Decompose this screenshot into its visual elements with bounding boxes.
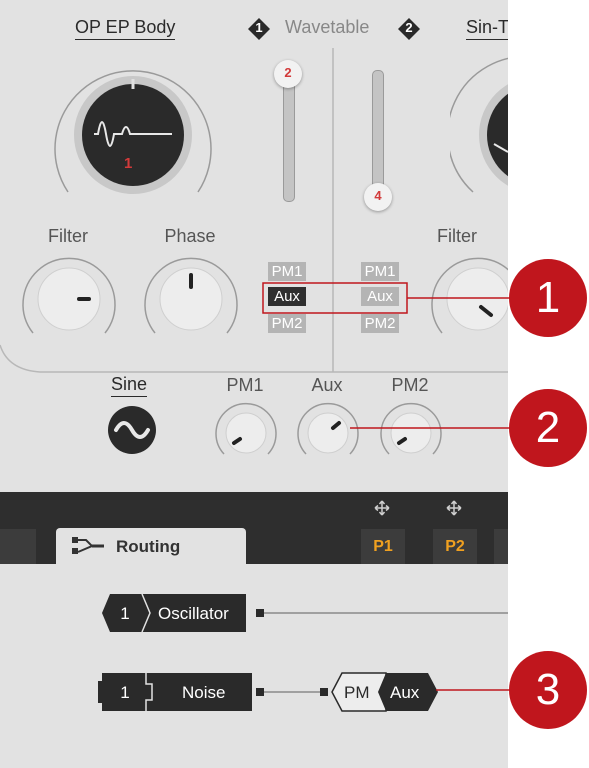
callout-lines bbox=[262, 282, 512, 691]
callout-1: 1 bbox=[509, 259, 587, 337]
callout-3: 3 bbox=[509, 651, 587, 729]
callout-2: 2 bbox=[509, 389, 587, 467]
